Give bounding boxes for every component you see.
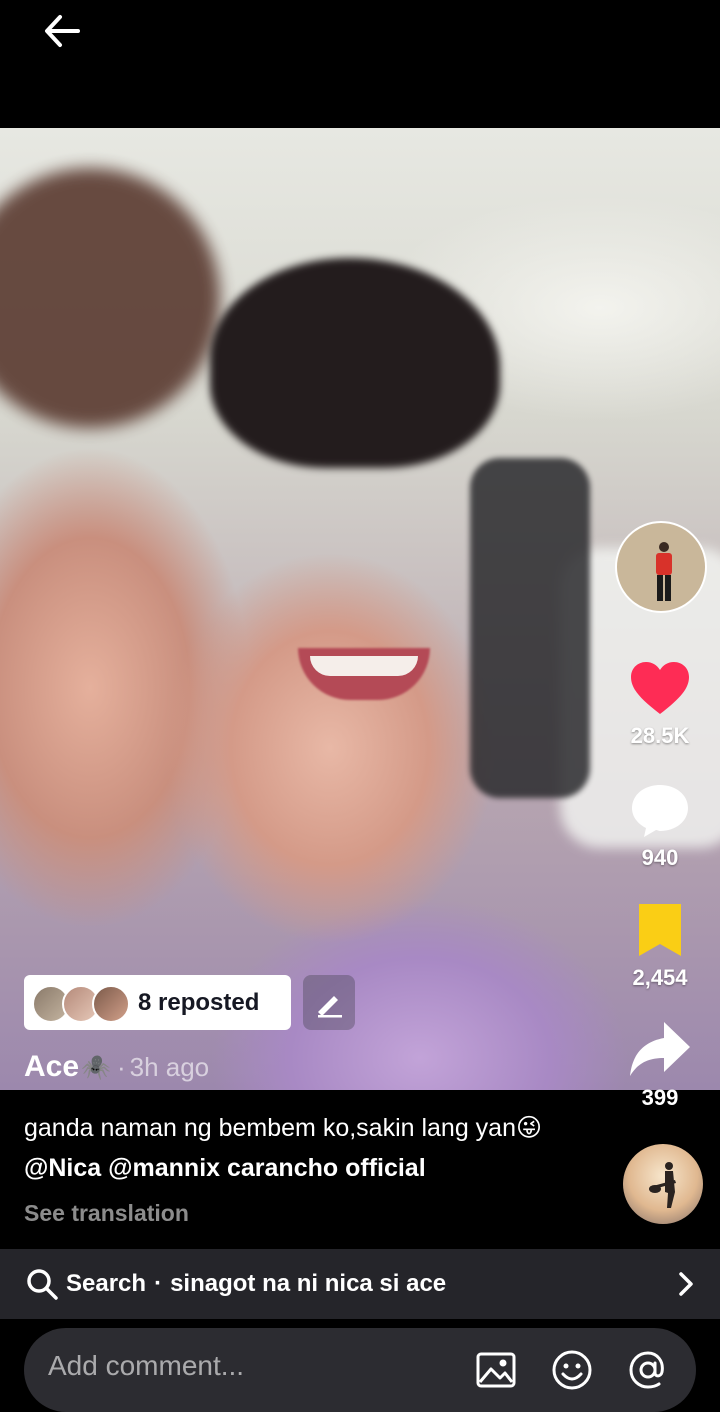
author-name[interactable]: Ace (24, 1050, 79, 1084)
emoji-icon[interactable] (550, 1348, 594, 1392)
person-silhouette-icon (656, 542, 672, 601)
mention-nica[interactable]: @Nica (24, 1154, 101, 1182)
comment-bar[interactable]: Add comment... (24, 1328, 696, 1412)
mention-mannix[interactable]: @mannix carancho official (108, 1154, 426, 1182)
creator-avatar[interactable] (615, 521, 707, 613)
comment-button[interactable]: 940 (610, 782, 710, 871)
bookmark-icon (639, 904, 681, 956)
search-query: sinagot na ni nica si ace (170, 1270, 447, 1297)
search-separator: · (154, 1270, 163, 1297)
caption-emoji: 😜 (516, 1114, 543, 1142)
pencil-icon (318, 995, 342, 1017)
caption-text: ganda naman ng bembem ko,sakin lang yan (24, 1114, 516, 1142)
back-button[interactable] (36, 8, 88, 54)
like-button[interactable]: 28.5K (610, 660, 710, 749)
save-button[interactable]: 2,454 (610, 902, 710, 991)
comment-bubble-icon (632, 785, 688, 837)
share-arrow-icon (630, 1022, 690, 1076)
post-author-line[interactable]: Ace 🕷️ · 3h ago (24, 1050, 209, 1084)
image-icon[interactable] (474, 1348, 518, 1392)
see-translation-link[interactable]: See translation (24, 1200, 189, 1227)
comment-count: 940 (641, 845, 679, 870)
edit-repost-button[interactable] (303, 975, 355, 1030)
video-frame-detail (310, 656, 418, 676)
search-icon (27, 1269, 58, 1300)
search-label: Search (66, 1270, 147, 1297)
share-count: 399 (641, 1085, 679, 1110)
share-button[interactable]: 399 (610, 1020, 710, 1111)
video-frame-detail (0, 168, 220, 428)
guitarist-silhouette-icon (649, 1162, 676, 1208)
repost-avatar (92, 984, 130, 1023)
reposted-by-pill[interactable]: 8 reposted (24, 975, 291, 1030)
heart-icon (631, 662, 689, 714)
post-time: 3h ago (129, 1051, 210, 1082)
top-bar (0, 0, 720, 128)
comment-input[interactable]: Add comment... (48, 1350, 244, 1382)
video-frame-detail (470, 458, 590, 798)
save-count: 2,454 (632, 965, 688, 990)
repost-count-text: 8 reposted (138, 988, 260, 1016)
repost-avatar-stack (32, 983, 132, 1023)
author-emoji: 🕷️ (81, 1053, 111, 1081)
music-disc[interactable] (623, 1144, 703, 1224)
arrow-left-icon (45, 15, 80, 47)
related-search-bar[interactable]: Search · sinagot na ni nica si ace (0, 1249, 720, 1319)
mention-icon[interactable] (626, 1348, 670, 1392)
post-caption: ganda naman ng bembem ko,sakin lang yan😜… (24, 1108, 604, 1188)
video-frame-detail (210, 258, 500, 468)
chevron-right-icon (679, 1272, 693, 1296)
like-count: 28.5K (630, 723, 690, 748)
author-separator: · (116, 1051, 126, 1082)
